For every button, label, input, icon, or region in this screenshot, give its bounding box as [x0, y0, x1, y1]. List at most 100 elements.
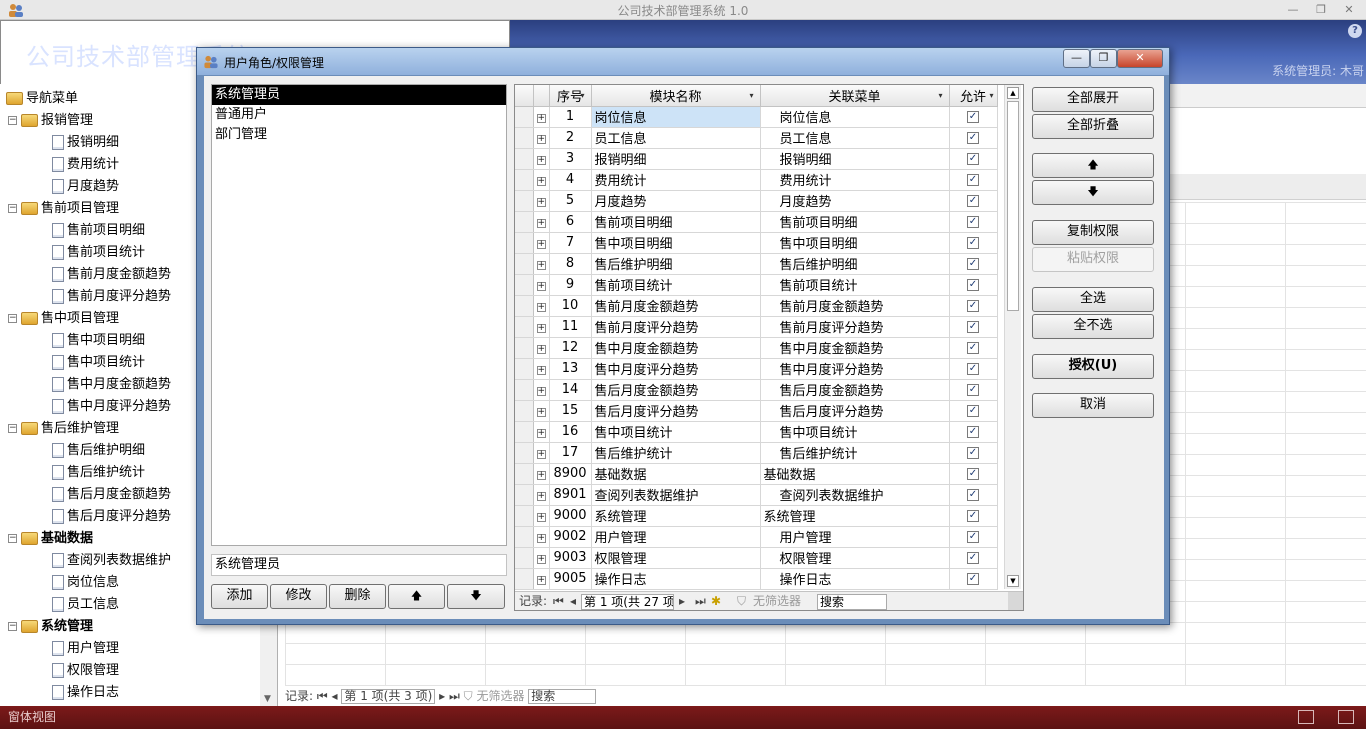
table-row[interactable]: +5 月度趋势 月度趋势 ✓ [515, 190, 998, 212]
expand-toggle-icon[interactable]: + [536, 555, 546, 564]
module-name-cell[interactable]: 售前项目统计 [591, 274, 761, 296]
table-row[interactable]: +7 售中项目明细 售中项目明细 ✓ [515, 232, 998, 254]
allow-cell[interactable]: ✓ [949, 547, 998, 569]
next-record-icon[interactable]: ▸ [439, 689, 445, 703]
allow-cell[interactable]: ✓ [949, 148, 998, 170]
module-name-cell[interactable]: 基础数据 [591, 463, 761, 485]
role-list[interactable]: 系统管理员 普通用户 部门管理 [211, 84, 507, 546]
record-position[interactable]: 第 1 项(共 3 项) [341, 689, 436, 704]
expand-cell[interactable]: + [533, 127, 550, 149]
grid-vertical-scrollbar[interactable]: ▲ ▼ [1004, 85, 1021, 589]
nav-item[interactable]: 售前月度评分趋势 [52, 286, 171, 308]
expand-cell[interactable]: + [533, 274, 550, 296]
collapse-toggle-icon[interactable]: − [8, 424, 17, 433]
table-row[interactable]: +9002 用户管理 用户管理 ✓ [515, 526, 998, 548]
allow-cell[interactable]: ✓ [949, 526, 998, 548]
table-row[interactable]: +9005 操作日志 操作日志 ✓ [515, 568, 998, 590]
move-up-button[interactable]: 🡅 [1032, 153, 1154, 178]
table-row[interactable]: +13 售中月度评分趋势 售中月度评分趋势 ✓ [515, 358, 998, 380]
paste-permission-button[interactable]: 粘贴权限 [1032, 247, 1154, 272]
nav-item[interactable]: 售前项目明细 [52, 220, 145, 242]
nav-item[interactable]: 售后月度评分趋势 [52, 506, 171, 528]
grid-corner[interactable] [515, 85, 534, 107]
filter-label[interactable]: 无筛选器 [476, 689, 524, 703]
seq-cell[interactable]: 16 [549, 421, 592, 443]
first-record-icon[interactable]: ⏮ [553, 592, 564, 610]
nav-item[interactable]: − 基础数据 [8, 528, 93, 550]
allow-cell[interactable]: ✓ [949, 442, 998, 464]
dialog-minimize-button[interactable]: — [1063, 49, 1090, 68]
nav-item[interactable]: 售中项目明细 [52, 330, 145, 352]
row-selector[interactable] [515, 484, 534, 506]
seq-cell[interactable]: 13 [549, 358, 592, 380]
allow-checkbox[interactable]: ✓ [967, 257, 979, 270]
dropdown-icon[interactable]: ▾ [938, 91, 942, 100]
expand-cell[interactable]: + [533, 568, 550, 590]
allow-cell[interactable]: ✓ [949, 400, 998, 422]
row-selector[interactable] [515, 295, 534, 317]
new-record-icon[interactable]: ✱ [711, 592, 721, 610]
collapse-toggle-icon[interactable]: − [8, 622, 17, 631]
expand-cell[interactable]: + [533, 169, 550, 191]
menu-cell[interactable]: 报销明细 [760, 148, 950, 170]
menu-cell[interactable]: 权限管理 [760, 547, 950, 569]
allow-checkbox[interactable]: ✓ [967, 236, 979, 249]
expand-toggle-icon[interactable]: + [536, 240, 546, 249]
menu-cell[interactable]: 售后维护明细 [760, 253, 950, 275]
close-button[interactable]: ✕ [1336, 1, 1362, 18]
nav-item[interactable]: 费用统计 [52, 154, 119, 176]
expand-toggle-icon[interactable]: + [536, 219, 546, 228]
column-header-allow[interactable]: 允许 ▾ [949, 85, 998, 107]
nav-item[interactable]: 售前月度金额趋势 [52, 264, 171, 286]
module-name-cell[interactable]: 售中月度评分趋势 [591, 358, 761, 380]
expand-toggle-icon[interactable]: + [536, 303, 546, 312]
expand-toggle-icon[interactable]: + [536, 387, 546, 396]
allow-checkbox[interactable]: ✓ [967, 404, 979, 417]
table-row[interactable]: +3 报销明细 报销明细 ✓ [515, 148, 998, 170]
expand-toggle-icon[interactable]: + [536, 114, 546, 123]
record-position[interactable]: 第 1 项(共 27 项 [581, 594, 674, 610]
scroll-down-icon[interactable]: ▼ [1007, 575, 1019, 587]
expand-cell[interactable]: + [533, 358, 550, 380]
allow-cell[interactable]: ✓ [949, 505, 998, 527]
table-row[interactable]: +16 售中项目统计 售中项目统计 ✓ [515, 421, 998, 443]
allow-cell[interactable]: ✓ [949, 190, 998, 212]
table-row[interactable]: +4 费用统计 费用统计 ✓ [515, 169, 998, 191]
expand-toggle-icon[interactable]: + [536, 282, 546, 291]
column-header-menu[interactable]: 关联菜单 ▾ [760, 85, 950, 107]
seq-cell[interactable]: 7 [549, 232, 592, 254]
seq-cell[interactable]: 12 [549, 337, 592, 359]
allow-cell[interactable]: ✓ [949, 232, 998, 254]
row-selector[interactable] [515, 316, 534, 338]
row-selector[interactable] [515, 421, 534, 443]
nav-item[interactable]: 岗位信息 [52, 572, 119, 594]
menu-cell[interactable]: 售前月度评分趋势 [760, 316, 950, 338]
minimize-button[interactable]: — [1280, 1, 1306, 18]
module-name-cell[interactable]: 售后维护统计 [591, 442, 761, 464]
move-down-button[interactable]: 🡇 [1032, 180, 1154, 205]
table-row[interactable]: +10 售前月度金额趋势 售前月度金额趋势 ✓ [515, 295, 998, 317]
dropdown-icon[interactable]: ▾ [749, 91, 753, 100]
table-row[interactable]: +11 售前月度评分趋势 售前月度评分趋势 ✓ [515, 316, 998, 338]
nav-item[interactable]: 用户管理 [52, 638, 119, 660]
module-name-cell[interactable]: 售后月度金额趋势 [591, 379, 761, 401]
expand-toggle-icon[interactable]: + [536, 324, 546, 333]
collapse-toggle-icon[interactable]: − [8, 116, 17, 125]
allow-checkbox[interactable]: ✓ [967, 320, 979, 333]
row-selector[interactable] [515, 358, 534, 380]
menu-cell[interactable]: 用户管理 [760, 526, 950, 548]
role-list-item[interactable]: 系统管理员 [212, 85, 506, 105]
allow-checkbox[interactable]: ✓ [967, 194, 979, 207]
table-row[interactable]: +9 售前项目统计 售前项目统计 ✓ [515, 274, 998, 296]
allow-checkbox[interactable]: ✓ [967, 173, 979, 186]
seq-cell[interactable]: 9 [549, 274, 592, 296]
module-name-cell[interactable]: 操作日志 [591, 568, 761, 590]
menu-cell[interactable]: 售前项目明细 [760, 211, 950, 233]
allow-checkbox[interactable]: ✓ [967, 383, 979, 396]
column-header-module[interactable]: 模块名称 ▾ [591, 85, 761, 107]
seq-cell[interactable]: 8900 [549, 463, 592, 485]
row-selector[interactable] [515, 253, 534, 275]
expand-cell[interactable]: + [533, 253, 550, 275]
column-header-seq[interactable]: 序号 ▾ [549, 85, 592, 107]
seq-cell[interactable]: 2 [549, 127, 592, 149]
